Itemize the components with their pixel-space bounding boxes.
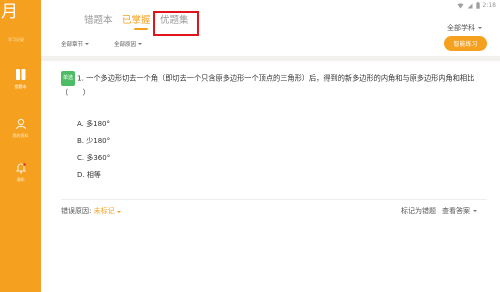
chevron-down-icon [473, 210, 477, 212]
chevron-down-icon [116, 211, 121, 213]
wifi-icon [457, 2, 464, 8]
error-reason-value: 未标记 [93, 207, 115, 215]
option-b[interactable]: B. 少180° [77, 133, 110, 150]
tab-mastered[interactable]: 已掌握 [122, 12, 151, 30]
error-reason-selector[interactable]: 错误原因: 未标记 [61, 206, 121, 216]
battery-icon [475, 2, 480, 9]
error-reason-label: 错误原因: [61, 207, 94, 215]
chevron-down-icon [138, 43, 143, 45]
mark-as-wrong-button[interactable]: 标记为错题 [401, 206, 436, 216]
profile-icon [15, 118, 26, 130]
tab-mastered-label: 已掌握 [122, 15, 151, 26]
sidebar: 月 学习记录 错题本 我的资料 通知 [0, 0, 41, 292]
app-logo: 月 [0, 0, 41, 30]
sidebar-item-label: 通知 [16, 177, 25, 182]
chevron-down-icon [85, 43, 90, 45]
active-tab-indicator [134, 28, 148, 30]
logo-char: 月 [1, 2, 18, 22]
subject-select[interactable]: 全部学科 [447, 23, 482, 33]
highlight-box [153, 11, 199, 36]
tab-mistake-book[interactable]: 错题本 [84, 12, 113, 26]
question-text: 1. 一个多边形切去一个角（即切去一个只含原多边形一个顶点的三角形）后，得到的新… [61, 73, 475, 98]
reason-filter-label: 全部原因 [114, 42, 137, 48]
subject-select-label: 全部学科 [447, 24, 475, 32]
tab-bar: 错题本 已掌握 优题集 [41, 12, 500, 32]
main-panel: 2:18 错题本 已掌握 优题集 全部学科 全部章节 全部原因 智能练习 单选 1… [41, 0, 500, 292]
book-icon [15, 69, 25, 80]
view-answer-label: 查看答案 [442, 207, 470, 215]
chevron-down-icon [478, 27, 482, 29]
sidebar-item-profile[interactable]: 我的资料 [0, 118, 41, 139]
status-time: 2:18 [482, 2, 496, 9]
sidebar-item-mistakes[interactable]: 错题本 [0, 68, 41, 90]
chapter-filter[interactable]: 全部章节 [61, 40, 90, 48]
sidebar-item-notifications[interactable]: 通知 [0, 162, 41, 183]
smart-practice-button[interactable]: 智能练习 [444, 36, 487, 51]
reason-filter[interactable]: 全部原因 [114, 40, 143, 48]
option-a[interactable]: A. 多180° [77, 116, 110, 133]
section-divider [41, 56, 500, 61]
option-c[interactable]: C. 多360° [77, 150, 110, 167]
bell-icon [15, 163, 26, 174]
question-text-block: 单选 1. 一个多边形切去一个角（即切去一个只含原多边形一个顶点的三角形）后，得到… [61, 71, 481, 99]
question-card: 单选 1. 一个多边形切去一个角（即切去一个只含原多边形一个顶点的三角形）后，得到… [61, 71, 481, 99]
footer-divider [61, 199, 487, 200]
sidebar-item-label: 我的资料 [12, 133, 29, 138]
options-list: A. 多180° B. 少180° C. 多360° D. 相等 [77, 116, 110, 184]
chapter-filter-label: 全部章节 [61, 42, 84, 48]
view-answer-button[interactable]: 查看答案 [442, 206, 477, 216]
question-type-badge: 单选 [61, 71, 76, 86]
logo-subtitle: 学习记录 [8, 37, 24, 42]
signal-icon [467, 3, 473, 8]
sidebar-item-label: 错题本 [14, 84, 27, 89]
status-bar: 2:18 [457, 2, 496, 9]
option-d[interactable]: D. 相等 [77, 167, 110, 184]
